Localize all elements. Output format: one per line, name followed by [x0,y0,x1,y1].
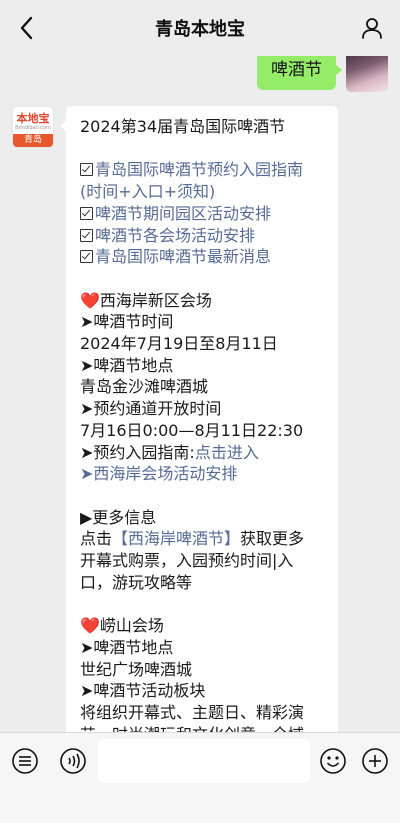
plus-icon [362,748,388,774]
menu-button[interactable] [10,746,40,776]
west-reserve-label: ➤预约通道开放时间 [80,399,222,419]
west-place-value: 青岛金沙滩啤酒城 [80,377,209,397]
incoming-bubble: 2024第34届青岛国际啤酒节 青岛国际啤酒节预约入园指南 (时间+入口+须知)… [60,106,338,732]
more-info-line: 口，游玩攻略等 [80,572,193,592]
bot-city-label: 青岛 [13,134,53,147]
more-info-heading: ▶更多信息 [80,507,157,527]
checkbox-icon [80,206,93,220]
west-time-value: 2024年7月19日至8月11日 [80,334,278,353]
laoshan-place-value: 世纪广场啤酒城 [80,659,193,679]
more-info-line: 开幕式购票，入园预约时间|入 [80,551,294,571]
bot-avatar[interactable]: 本地宝 Bendibao.com 青岛 [12,106,54,148]
west-time-label: ➤啤酒节时间 [80,312,174,332]
message-title: 2024第34届青岛国际啤酒节 [80,117,286,136]
more-info-line: 点击【西海岸啤酒节】获取更多 [80,529,305,549]
profile-button[interactable] [356,12,388,44]
emoji-icon [320,748,346,774]
input-bar [0,732,400,823]
chat-header: 青岛本地宝 [0,0,400,56]
chat-title: 青岛本地宝 [155,19,245,40]
voice-button[interactable] [58,746,88,776]
outgoing-bubble[interactable]: 啤酒节 [257,56,342,90]
laoshan-activity-text: 艺、时尚潮玩和文化创意、全域 [80,724,324,732]
chevron-left-icon [20,16,33,40]
laoshan-venue-heading: ❤️崂山会场 [80,616,164,636]
voice-icon [60,748,86,774]
west-schedule-link[interactable]: ➤西海岸会场活动安排 [80,463,324,485]
my-avatar[interactable] [346,56,388,92]
west-beer-fest-link[interactable]: 【西海岸啤酒节】 [112,529,240,548]
west-reserve-value: 7月16日0:00—8月11日22:30 [80,420,304,440]
emoji-button[interactable] [318,746,348,776]
checkbox-icon [80,250,93,264]
checkbox-icon [80,228,93,242]
guide-link[interactable]: 点击进入 [195,443,259,462]
laoshan-place-label: ➤啤酒节地点 [80,637,174,657]
bot-logo: 本地宝 [16,112,50,125]
checklist-item[interactable]: 啤酒节期间园区活动安排 [80,203,324,225]
back-button[interactable] [10,12,42,44]
heart-icon: ❤️ [80,616,100,636]
person-icon [362,18,382,39]
laoshan-activity-text: 将组织开幕式、主题日、精彩演 [80,702,305,722]
checklist-item[interactable]: 青岛国际啤酒节预约入园指南 [80,159,324,181]
checkbox-icon [80,163,93,177]
incoming-message: 本地宝 Bendibao.com 青岛 2024第34届青岛国际啤酒节 青岛国际… [12,106,338,732]
west-venue-heading: ❤️西海岸新区会场 [80,290,212,310]
chat-area[interactable]: 啤酒节 本地宝 Bendibao.com 青岛 2024第34届青岛国际啤酒节 … [0,56,400,732]
outgoing-message: 啤酒节 [257,56,388,92]
laoshan-activity-label: ➤啤酒节活动板块 [80,681,206,701]
checklist-item[interactable]: 青岛国际啤酒节最新消息 [80,246,324,268]
west-guide: ➤预约入园指南:点击进入 [80,442,259,462]
heart-icon: ❤️ [80,290,100,310]
checklist-item-note[interactable]: (时间+入口+须知) [80,181,324,203]
bot-logo-sub: Bendibao.com [15,125,51,131]
message-input[interactable] [98,739,310,783]
checklist-item[interactable]: 啤酒节各会场活动安排 [80,225,324,247]
list-icon [12,748,38,774]
west-place-label: ➤啤酒节地点 [80,355,174,375]
add-button[interactable] [360,746,390,776]
